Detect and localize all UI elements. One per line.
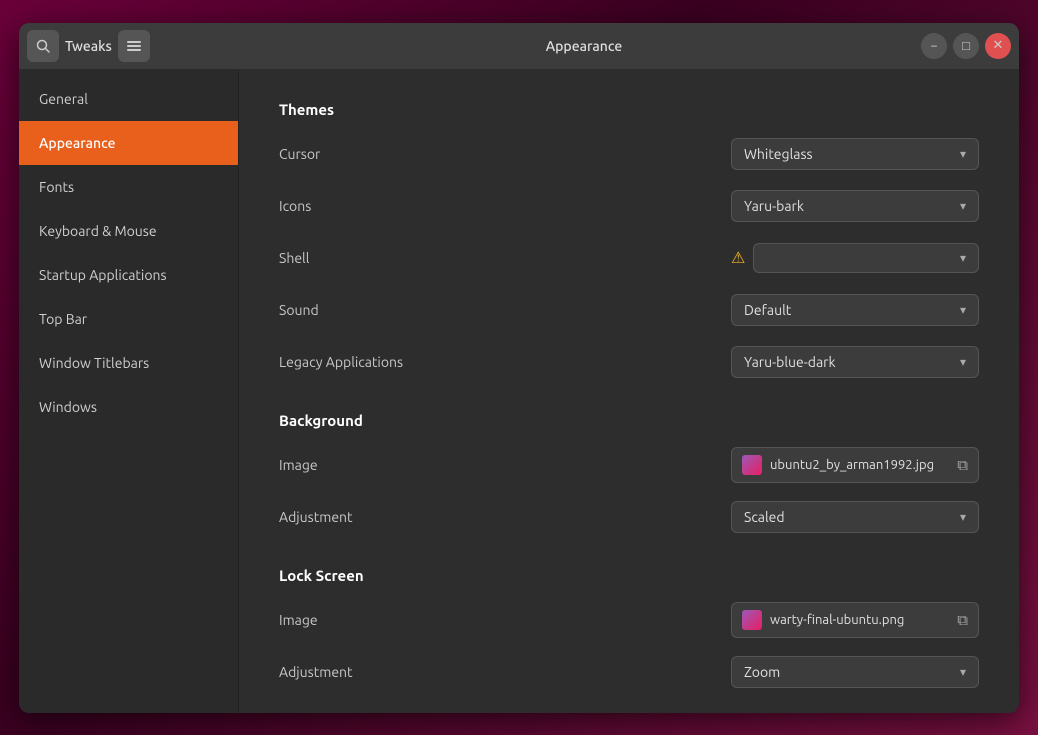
ls-adjustment-arrow: ▾ — [960, 665, 966, 679]
cursor-dropdown[interactable]: Whiteglass ▾ — [731, 138, 979, 170]
bg-adjustment-label: Adjustment — [279, 509, 731, 525]
app-window: Tweaks Appearance − □ ✕ — [19, 23, 1019, 713]
sound-dropdown[interactable]: Default ▾ — [731, 294, 979, 326]
icons-label: Icons — [279, 198, 731, 214]
close-button[interactable]: ✕ — [985, 33, 1011, 59]
shell-dropdown[interactable]: ▾ — [753, 243, 979, 273]
bg-image-thumbnail — [742, 455, 762, 475]
bg-adjustment-dropdown[interactable]: Scaled ▾ — [731, 501, 979, 533]
content-area: General Appearance Fonts Keyboard & Mous… — [19, 69, 1019, 713]
sound-value: Default — [744, 302, 791, 318]
sound-control: Default ▾ — [731, 294, 979, 326]
legacy-applications-value: Yaru-blue-dark — [744, 354, 836, 370]
legacy-applications-control: Yaru-blue-dark ▾ — [731, 346, 979, 378]
ls-adjustment-control: Zoom ▾ — [731, 656, 979, 688]
icons-dropdown[interactable]: Yaru-bark ▾ — [731, 190, 979, 222]
bg-adjustment-control: Scaled ▾ — [731, 501, 979, 533]
ls-adjustment-dropdown[interactable]: Zoom ▾ — [731, 656, 979, 688]
main-content: Themes Cursor Whiteglass ▾ Icons Yaru-ba… — [239, 69, 1019, 713]
minimize-button[interactable]: − — [921, 33, 947, 59]
bg-image-row: Image ubuntu2_by_arman1992.jpg ⧉ — [279, 447, 979, 483]
warning-icon: ⚠ — [731, 248, 745, 267]
legacy-dropdown-arrow: ▾ — [960, 355, 966, 369]
icons-value: Yaru-bark — [744, 198, 804, 214]
ls-image-copy-button[interactable]: ⧉ — [957, 611, 968, 629]
sound-row: Sound Default ▾ — [279, 292, 979, 328]
themes-section-title: Themes — [279, 101, 979, 118]
sidebar-item-top-bar[interactable]: Top Bar — [19, 297, 238, 341]
bg-adjustment-row: Adjustment Scaled ▾ — [279, 499, 979, 535]
cursor-label: Cursor — [279, 146, 731, 162]
titlebar: Tweaks Appearance − □ ✕ — [19, 23, 1019, 69]
legacy-applications-label: Legacy Applications — [279, 354, 731, 370]
icons-control: Yaru-bark ▾ — [731, 190, 979, 222]
bg-adjustment-value: Scaled — [744, 509, 785, 525]
lock-screen-section-title: Lock Screen — [279, 567, 979, 584]
background-section-title: Background — [279, 412, 979, 429]
legacy-applications-dropdown[interactable]: Yaru-blue-dark ▾ — [731, 346, 979, 378]
titlebar-left: Tweaks — [27, 30, 247, 62]
sound-label: Sound — [279, 302, 731, 318]
sidebar-item-fonts[interactable]: Fonts — [19, 165, 238, 209]
bg-image-copy-button[interactable]: ⧉ — [957, 456, 968, 474]
cursor-row: Cursor Whiteglass ▾ — [279, 136, 979, 172]
legacy-applications-row: Legacy Applications Yaru-blue-dark ▾ — [279, 344, 979, 380]
search-button[interactable] — [27, 30, 59, 62]
ls-adjustment-row: Adjustment Zoom ▾ — [279, 654, 979, 690]
sidebar-item-startup-applications[interactable]: Startup Applications — [19, 253, 238, 297]
ls-image-field[interactable]: warty-final-ubuntu.png ⧉ — [731, 602, 979, 638]
sidebar-item-appearance[interactable]: Appearance — [19, 121, 238, 165]
ls-image-control: warty-final-ubuntu.png ⧉ — [731, 602, 979, 638]
bg-image-field[interactable]: ubuntu2_by_arman1992.jpg ⧉ — [731, 447, 979, 483]
ls-image-name: warty-final-ubuntu.png — [770, 613, 949, 627]
cursor-value: Whiteglass — [744, 146, 813, 162]
sidebar-item-keyboard-mouse[interactable]: Keyboard & Mouse — [19, 209, 238, 253]
ls-image-label: Image — [279, 612, 731, 628]
sidebar: General Appearance Fonts Keyboard & Mous… — [19, 69, 239, 713]
maximize-button[interactable]: □ — [953, 33, 979, 59]
shell-control: ⚠ ▾ — [731, 243, 979, 273]
window-controls: − □ ✕ — [921, 33, 1011, 59]
cursor-control: Whiteglass ▾ — [731, 138, 979, 170]
menu-button[interactable] — [118, 30, 150, 62]
icons-row: Icons Yaru-bark ▾ — [279, 188, 979, 224]
bg-image-control: ubuntu2_by_arman1992.jpg ⧉ — [731, 447, 979, 483]
sidebar-item-window-titlebars[interactable]: Window Titlebars — [19, 341, 238, 385]
shell-dropdown-arrow: ▾ — [960, 251, 966, 265]
page-title: Appearance — [247, 38, 921, 54]
icons-dropdown-arrow: ▾ — [960, 199, 966, 213]
ls-image-row: Image warty-final-ubuntu.png ⧉ — [279, 602, 979, 638]
bg-image-name: ubuntu2_by_arman1992.jpg — [770, 458, 949, 472]
sidebar-item-general[interactable]: General — [19, 77, 238, 121]
ls-adjustment-label: Adjustment — [279, 664, 731, 680]
cursor-dropdown-arrow: ▾ — [960, 147, 966, 161]
shell-label: Shell — [279, 250, 731, 266]
shell-row: Shell ⚠ ▾ — [279, 240, 979, 276]
ls-image-thumbnail — [742, 610, 762, 630]
bg-adjustment-arrow: ▾ — [960, 510, 966, 524]
sound-dropdown-arrow: ▾ — [960, 303, 966, 317]
ls-adjustment-value: Zoom — [744, 664, 780, 680]
bg-image-label: Image — [279, 457, 731, 473]
app-name: Tweaks — [65, 38, 112, 54]
sidebar-item-windows[interactable]: Windows — [19, 385, 238, 429]
